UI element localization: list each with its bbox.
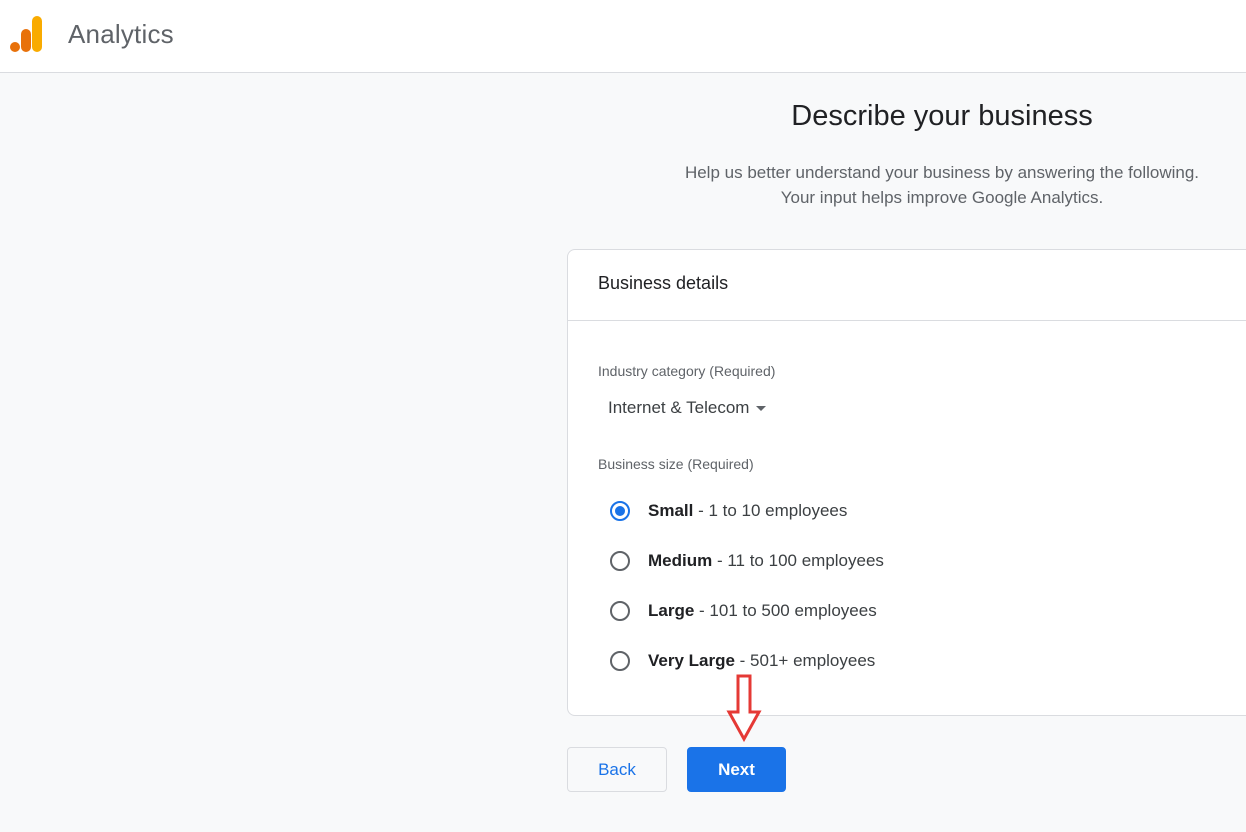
analytics-logo-icon[interactable] <box>10 16 44 52</box>
radio-button-large[interactable] <box>610 601 630 621</box>
radio-button-very-large[interactable] <box>610 651 630 671</box>
option-name-small: Small <box>648 501 694 520</box>
card-header: Business details <box>568 250 1246 321</box>
option-name-very-large: Very Large <box>648 651 735 670</box>
industry-category-dropdown[interactable]: Internet & Telecom <box>608 398 767 418</box>
page-subtitle: Help us better understand your business … <box>642 160 1242 210</box>
radio-option-small[interactable]: Small - 1 to 10 employees <box>610 497 847 525</box>
option-desc-medium: - 11 to 100 employees <box>712 551 884 570</box>
subtitle-line-1: Help us better understand your business … <box>684 163 1200 182</box>
down-arrow-icon <box>726 674 762 742</box>
top-app-bar: Analytics <box>0 0 1246 73</box>
radio-option-large[interactable]: Large - 101 to 500 employees <box>610 597 877 625</box>
option-name-large: Large <box>648 601 695 620</box>
option-desc-small: - 1 to 10 employees <box>693 501 848 520</box>
option-desc-large: - 101 to 500 employees <box>694 601 877 620</box>
industry-category-value: Internet & Telecom <box>608 398 750 417</box>
industry-category-label: Industry category (Required) <box>598 363 776 379</box>
caret-down-icon <box>756 405 767 411</box>
subtitle-line-2: Your input helps improve Google Analytic… <box>780 188 1104 207</box>
radio-button-small[interactable] <box>610 501 630 521</box>
radio-button-medium[interactable] <box>610 551 630 571</box>
radio-option-medium[interactable]: Medium - 11 to 100 employees <box>610 547 884 575</box>
option-desc-very-large: - 501+ employees <box>734 651 876 670</box>
page-title: Describe your business <box>791 100 1093 132</box>
business-size-label: Business size (Required) <box>598 456 754 472</box>
business-details-card: Business details Industry category (Requ… <box>567 249 1246 716</box>
app-title: Analytics <box>68 19 174 49</box>
option-name-medium: Medium <box>648 551 713 570</box>
back-button[interactable]: Back <box>567 747 667 792</box>
radio-option-very-large[interactable]: Very Large - 501+ employees <box>610 647 875 675</box>
next-button[interactable]: Next <box>687 747 786 792</box>
